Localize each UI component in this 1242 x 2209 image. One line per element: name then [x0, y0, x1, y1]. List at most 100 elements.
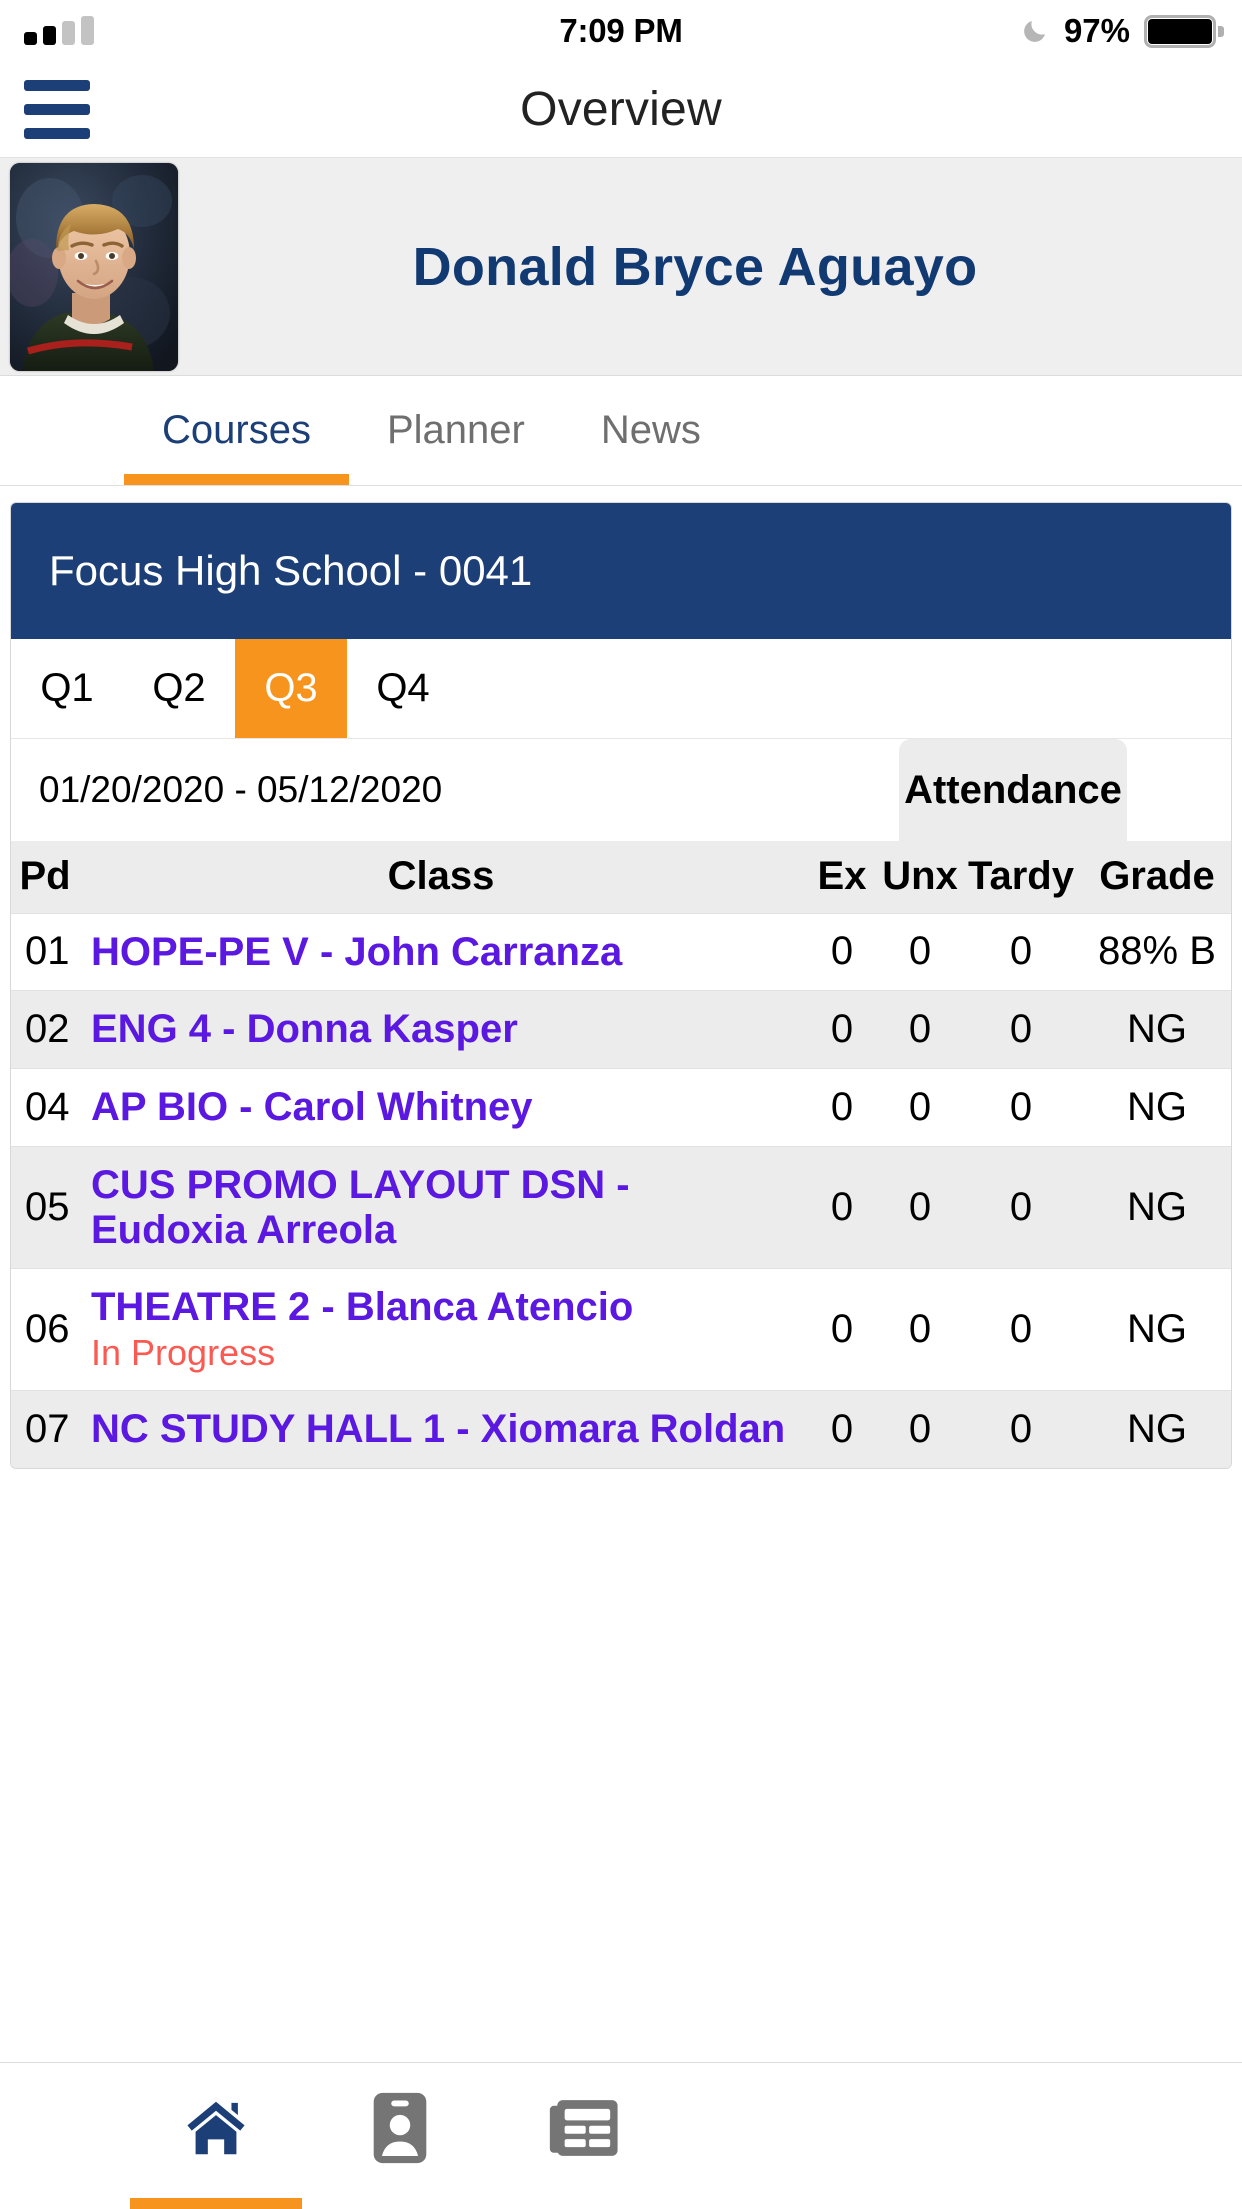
app-header: Overview — [0, 62, 1242, 158]
row-excused: 0 — [830, 1084, 854, 1129]
row-grade: NG — [1127, 1185, 1187, 1230]
content-area: Focus High School - 0041 Q1 Q2 Q3 Q4 01/… — [0, 486, 1242, 2062]
quarter-tab-q2[interactable]: Q2 — [123, 639, 235, 738]
courses-table: Pd Class Ex Unx Tardy Grade 01 HOPE-PE V… — [11, 841, 1231, 1469]
row-unexcused: 0 — [908, 1307, 932, 1352]
course-status: In Progress — [91, 1332, 276, 1374]
column-header-pd: Pd — [11, 841, 79, 913]
quarter-tabs: Q1 Q2 Q3 Q4 — [11, 639, 1231, 739]
school-name: Focus High School - 0041 — [49, 547, 533, 594]
attendance-tab-label: Attendance — [904, 767, 1122, 812]
quarter-tab-q1-label: Q1 — [40, 666, 94, 710]
moon-icon — [1020, 16, 1050, 46]
phone-screen: 7:09 PM 97% Overview Donald Bryce Aguayo… — [0, 0, 1242, 2208]
row-unexcused: 0 — [908, 929, 932, 974]
attendance-tab-spacer — [1127, 739, 1231, 841]
row-grade: 88% B — [1098, 929, 1216, 974]
bottom-nav-home[interactable] — [124, 2063, 308, 2209]
course-link[interactable]: ENG 4 - Donna Kasper — [91, 1007, 793, 1052]
column-header-ex: Ex — [803, 841, 881, 913]
row-grade: NG — [1127, 1307, 1187, 1352]
row-class-cell: NC STUDY HALL 1 - Xiomara Roldan — [79, 1391, 803, 1468]
main-tabs: Courses Planner News — [0, 376, 1242, 486]
row-grade: NG — [1127, 1084, 1187, 1129]
row-unexcused: 0 — [908, 1007, 932, 1052]
row-period: 01 — [25, 929, 70, 974]
bottom-navigation — [0, 2062, 1242, 2208]
column-header-grade: Grade — [1083, 841, 1231, 913]
id-badge-icon — [369, 2090, 431, 2166]
row-unexcused: 0 — [908, 1084, 932, 1129]
tab-courses[interactable]: Courses — [124, 376, 349, 485]
marking-period-date-range: 01/20/2020 - 05/12/2020 — [39, 769, 443, 810]
row-period: 05 — [25, 1185, 70, 1230]
battery-full-icon — [1144, 14, 1224, 48]
status-bar-clock: 7:09 PM — [559, 12, 683, 49]
table-row[interactable]: 01 HOPE-PE V - John Carranza 0 0 0 88% B — [11, 913, 1231, 991]
tab-planner[interactable]: Planner — [349, 376, 563, 485]
row-tardy: 0 — [1009, 1407, 1033, 1452]
table-row[interactable]: 07 NC STUDY HALL 1 - Xiomara Roldan 0 0 … — [11, 1390, 1231, 1469]
table-row[interactable]: 06 THEATRE 2 - Blanca Atencio In Progres… — [11, 1268, 1231, 1391]
course-link[interactable]: AP BIO - Carol Whitney — [91, 1085, 793, 1130]
date-attendance-row: 01/20/2020 - 05/12/2020 Attendance — [11, 739, 1231, 841]
course-link[interactable]: NC STUDY HALL 1 - Xiomara Roldan — [91, 1407, 793, 1452]
quarter-tab-q2-label: Q2 — [152, 666, 206, 710]
row-tardy: 0 — [1009, 1307, 1033, 1352]
column-header-unx: Unx — [881, 841, 959, 913]
row-tardy: 0 — [1009, 929, 1033, 974]
avatar[interactable] — [10, 162, 178, 371]
column-header-class: Class — [79, 841, 803, 913]
row-excused: 0 — [830, 929, 854, 974]
courses-table-body: 01 HOPE-PE V - John Carranza 0 0 0 88% B… — [11, 913, 1231, 1469]
quarter-tab-q3-label: Q3 — [264, 666, 318, 710]
tab-news-label: News — [600, 408, 701, 452]
tab-courses-label: Courses — [162, 408, 311, 452]
bottom-nav-news[interactable] — [492, 2063, 676, 2209]
row-unexcused: 0 — [908, 1407, 932, 1452]
row-class-cell: CUS PROMO LAYOUT DSN - Eudoxia Arreola — [79, 1146, 803, 1269]
row-excused: 0 — [830, 1407, 854, 1452]
newspaper-icon — [547, 2096, 621, 2160]
course-card: Focus High School - 0041 Q1 Q2 Q3 Q4 01/… — [10, 502, 1232, 1470]
row-tardy: 0 — [1009, 1185, 1033, 1230]
row-period: 06 — [25, 1307, 70, 1352]
row-class-cell: ENG 4 - Donna Kasper — [79, 991, 803, 1069]
quarter-tab-q1[interactable]: Q1 — [11, 639, 123, 738]
row-unexcused: 0 — [908, 1185, 932, 1230]
row-excused: 0 — [830, 1185, 854, 1230]
row-tardy: 0 — [1009, 1007, 1033, 1052]
bottom-nav-student-info[interactable] — [308, 2063, 492, 2209]
student-banner: Donald Bryce Aguayo — [0, 158, 1242, 376]
row-period: 07 — [25, 1407, 70, 1452]
quarter-tab-q4-label: Q4 — [376, 666, 430, 710]
student-name: Donald Bryce Aguayo — [412, 236, 978, 297]
course-link[interactable]: THEATRE 2 - Blanca Atencio — [91, 1285, 793, 1330]
quarter-tab-q4[interactable]: Q4 — [347, 639, 459, 738]
table-header-row: Pd Class Ex Unx Tardy Grade — [11, 841, 1231, 913]
tab-planner-label: Planner — [386, 408, 525, 452]
column-header-tardy: Tardy — [959, 841, 1083, 913]
attendance-tab[interactable]: Attendance — [899, 739, 1127, 841]
course-link[interactable]: HOPE-PE V - John Carranza — [91, 930, 793, 975]
status-bar: 7:09 PM 97% — [0, 0, 1242, 62]
row-tardy: 0 — [1009, 1084, 1033, 1129]
row-class-cell: AP BIO - Carol Whitney — [79, 1069, 803, 1147]
school-header: Focus High School - 0041 — [11, 503, 1231, 639]
page-title: Overview — [520, 83, 722, 136]
row-excused: 0 — [830, 1007, 854, 1052]
row-period: 02 — [25, 1007, 70, 1052]
courses-table-header: Pd Class Ex Unx Tardy Grade — [11, 841, 1231, 913]
table-row[interactable]: 02 ENG 4 - Donna Kasper 0 0 0 NG — [11, 990, 1231, 1069]
row-class-cell: HOPE-PE V - John Carranza — [79, 913, 803, 991]
course-link[interactable]: CUS PROMO LAYOUT DSN - Eudoxia Arreola — [91, 1163, 793, 1253]
row-class-cell: THEATRE 2 - Blanca Atencio In Progress — [79, 1269, 803, 1391]
tab-news[interactable]: News — [563, 376, 739, 485]
row-grade: NG — [1127, 1407, 1187, 1452]
row-grade: NG — [1127, 1007, 1187, 1052]
row-period: 04 — [25, 1084, 70, 1129]
row-excused: 0 — [830, 1307, 854, 1352]
table-row[interactable]: 04 AP BIO - Carol Whitney 0 0 0 NG — [11, 1068, 1231, 1147]
quarter-tab-q3[interactable]: Q3 — [235, 639, 347, 738]
table-row[interactable]: 05 CUS PROMO LAYOUT DSN - Eudoxia Arreol… — [11, 1146, 1231, 1269]
